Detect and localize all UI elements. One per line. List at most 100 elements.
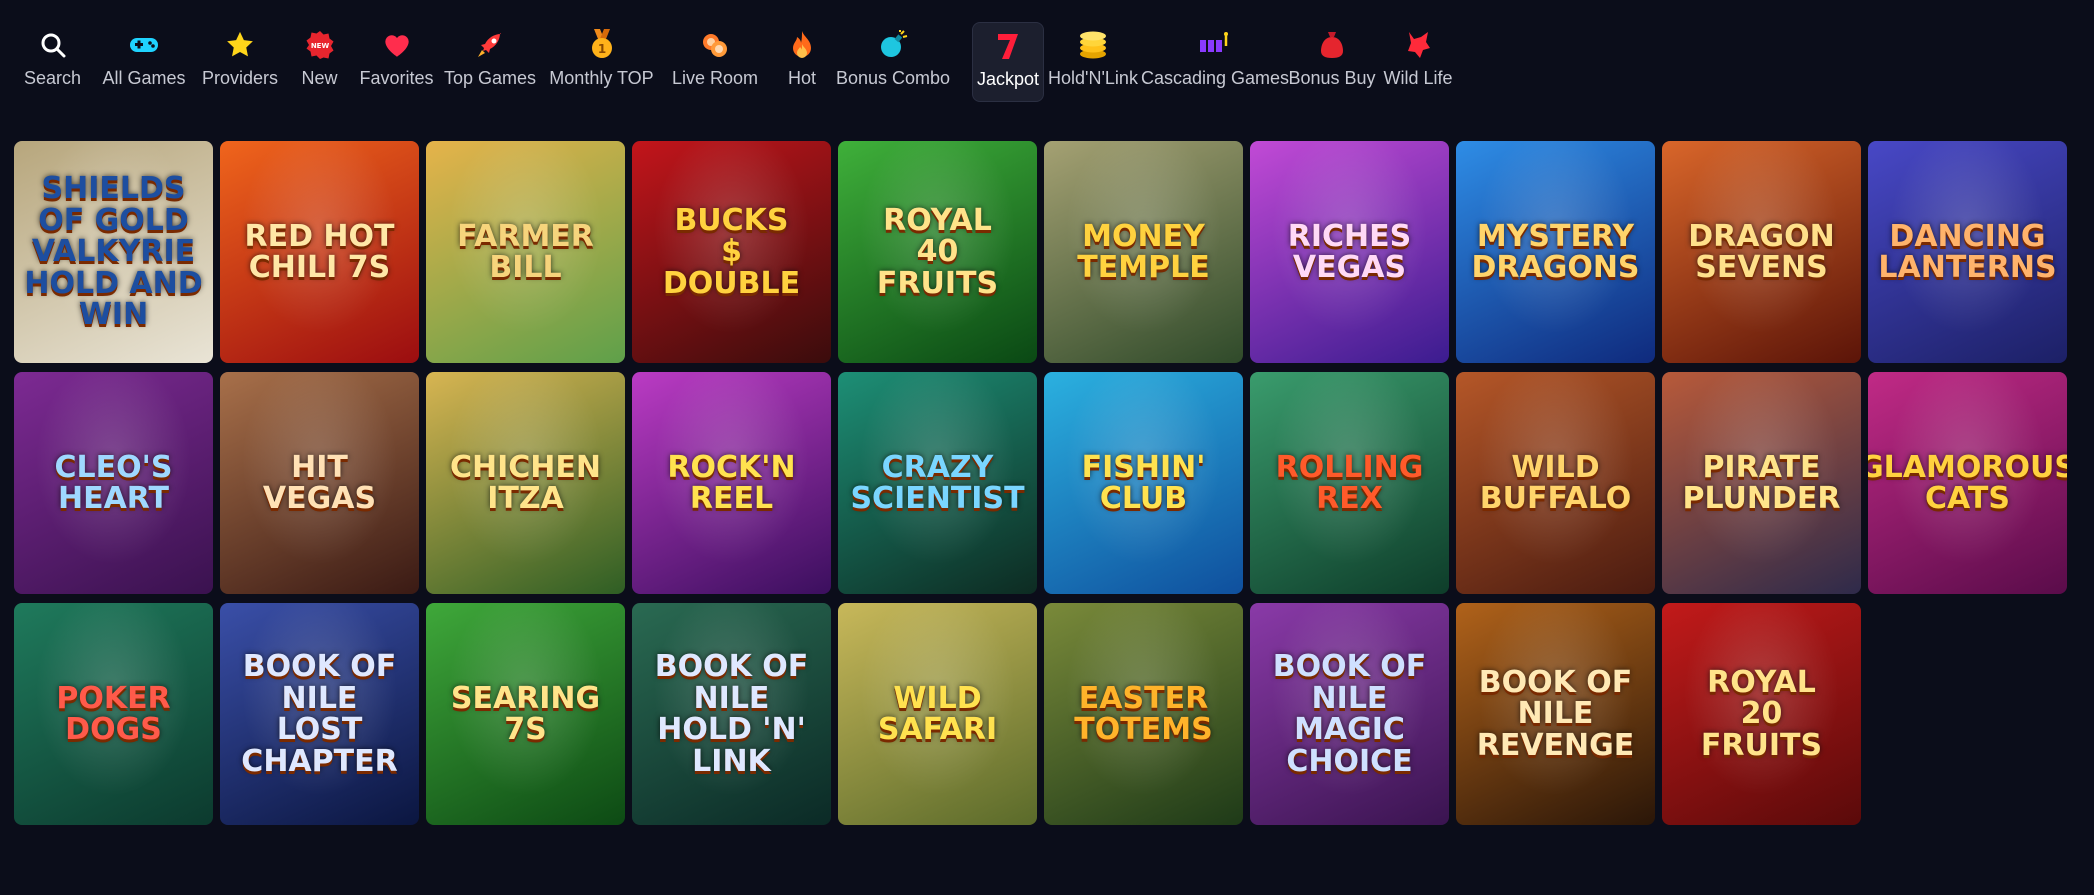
game-title: Shields of Gold Valkyrie Hold and Win (24, 171, 203, 333)
nav-providers[interactable]: Providers (197, 22, 283, 102)
heart-icon (380, 30, 414, 60)
game-tile[interactable]: Glamorous Cats (1868, 372, 2067, 594)
game-title: Money Temple (1077, 218, 1210, 285)
game-tile[interactable]: Book of Nile Hold 'N' Link (632, 603, 831, 825)
game-tile[interactable]: Fishin' Club (1044, 372, 1243, 594)
game-tile[interactable]: Bucks $ Double (632, 141, 831, 363)
game-title: Book of Nile Hold 'N' Link (654, 649, 809, 779)
game-tile[interactable]: Easter Totems (1044, 603, 1243, 825)
game-title: Book of Nile Magic Choice (1272, 649, 1427, 779)
bomb-icon (876, 30, 910, 60)
game-tile[interactable]: Money Temple (1044, 141, 1243, 363)
rocket-icon (473, 30, 507, 60)
game-title: Bucks $ Double (662, 202, 801, 301)
nav-bonus-buy[interactable]: Bonus Buy (1288, 22, 1376, 102)
star-icon (223, 30, 257, 60)
search-icon (36, 30, 70, 60)
game-tile[interactable]: Royal 20 Fruits (1662, 603, 1861, 825)
seven-icon (991, 31, 1025, 61)
nav-search[interactable]: Search (14, 22, 91, 102)
game-tile[interactable]: Crazy Scientist (838, 372, 1037, 594)
game-title: Mystery Dragons (1471, 218, 1640, 285)
medal-icon: 1 (585, 29, 619, 60)
game-tile[interactable]: Rock'n Reel (632, 372, 831, 594)
nav-label: Monthly TOP (549, 68, 654, 88)
game-tile[interactable]: Farmer Bill (426, 141, 625, 363)
game-tile[interactable]: Hit Vegas (220, 372, 419, 594)
nav-label: Hot (787, 68, 816, 88)
nav-new[interactable]: NEW New (283, 22, 356, 102)
game-title: Glamorous Cats (1868, 449, 2067, 516)
game-tile[interactable]: Book of Nile Lost Chapter (220, 603, 419, 825)
game-title: Hit Vegas (262, 449, 377, 516)
nav-label: Live Room (671, 68, 759, 88)
game-tile[interactable]: Mystery Dragons (1456, 141, 1655, 363)
nav-label: Bonus Buy (1288, 68, 1376, 88)
game-tile[interactable]: Dragon Sevens (1662, 141, 1861, 363)
game-tile[interactable]: Pirate Plunder (1662, 372, 1861, 594)
game-title: Cleo's Heart (54, 449, 173, 516)
wolf-icon (1401, 30, 1435, 60)
nav-cascading-games[interactable]: Cascading Games (1140, 22, 1290, 102)
nav-label: Cascading Games (1140, 68, 1290, 88)
svg-text:1: 1 (597, 42, 605, 56)
money-bag-icon (1315, 30, 1349, 60)
nav-label: Favorites (359, 68, 434, 88)
game-tile[interactable]: Shields of Gold Valkyrie Hold and Win (14, 141, 213, 363)
game-title: Wild Buffalo (1479, 449, 1632, 516)
game-title: Rolling Rex (1275, 449, 1424, 516)
chips-icon (698, 30, 732, 60)
svg-text:NEW: NEW (310, 42, 329, 50)
nav-favorites[interactable]: Favorites (356, 22, 437, 102)
games-grid: Shields of Gold Valkyrie Hold and Win Red… (14, 141, 2067, 825)
game-title: Red Hot Chili 7s (244, 218, 395, 285)
nav-top-games[interactable]: Top Games (437, 22, 543, 102)
nav-hold-n-link[interactable]: Hold'N'Link (1044, 22, 1142, 102)
game-title: Royal 40 Fruits (876, 202, 999, 301)
game-tile[interactable]: Searing 7s (426, 603, 625, 825)
game-tile[interactable]: Wild Safari (838, 603, 1037, 825)
game-tile[interactable]: Red Hot Chili 7s (220, 141, 419, 363)
game-tile[interactable]: Book of Nile Magic Choice (1250, 603, 1449, 825)
new-badge-icon: NEW (303, 30, 337, 60)
game-tile[interactable]: Wild Buffalo (1456, 372, 1655, 594)
nav-label: All Games (102, 68, 186, 88)
game-title: Easter Totems (1074, 680, 1213, 747)
nav-label: Top Games (443, 68, 537, 88)
nav-wild-life[interactable]: Wild Life (1376, 22, 1460, 102)
game-title: Riches Vegas (1287, 218, 1412, 285)
game-title: Book of Nile Revenge (1476, 664, 1635, 763)
game-title: Crazy Scientist (850, 449, 1025, 516)
nav-label: Jackpot (976, 69, 1040, 89)
game-title: Wild Safari (877, 680, 998, 747)
game-tile[interactable]: Chichen Itza (426, 372, 625, 594)
nav-label: Providers (201, 68, 279, 88)
game-title: Farmer Bill (457, 218, 594, 285)
nav-bonus-combo[interactable]: Bonus Combo (834, 22, 952, 102)
game-title: Book of Nile Lost Chapter (241, 649, 398, 779)
game-tile[interactable]: Poker Dogs (14, 603, 213, 825)
game-title: Royal 20 Fruits (1700, 664, 1823, 763)
nav-all-games[interactable]: All Games (91, 22, 197, 102)
game-title: Rock'n Reel (667, 449, 796, 516)
nav-label: Search (23, 68, 82, 88)
game-tile[interactable]: Rolling Rex (1250, 372, 1449, 594)
game-tile[interactable]: Royal 40 Fruits (838, 141, 1037, 363)
nav-live-room[interactable]: Live Room (660, 22, 770, 102)
gamepad-icon (127, 30, 161, 60)
game-tile[interactable]: Riches Vegas (1250, 141, 1449, 363)
nav-label: New (301, 68, 338, 88)
coin-stack-icon (1076, 30, 1110, 60)
game-title: Fishin' Club (1081, 449, 1206, 516)
game-title: Dragon Sevens (1688, 218, 1835, 285)
game-tile[interactable]: Dancing Lanterns (1868, 141, 2067, 363)
flame-icon (785, 30, 819, 60)
game-title: Searing 7s (450, 680, 601, 747)
game-tile[interactable]: Book of Nile Revenge (1456, 603, 1655, 825)
nav-jackpot[interactable]: Jackpot (972, 22, 1044, 102)
game-title: Pirate Plunder (1682, 449, 1841, 516)
nav-hot[interactable]: Hot (770, 22, 834, 102)
nav-label: Hold'N'Link (1048, 68, 1138, 88)
game-tile[interactable]: Cleo's Heart (14, 372, 213, 594)
nav-monthly-top[interactable]: 1 Monthly TOP (543, 22, 660, 102)
